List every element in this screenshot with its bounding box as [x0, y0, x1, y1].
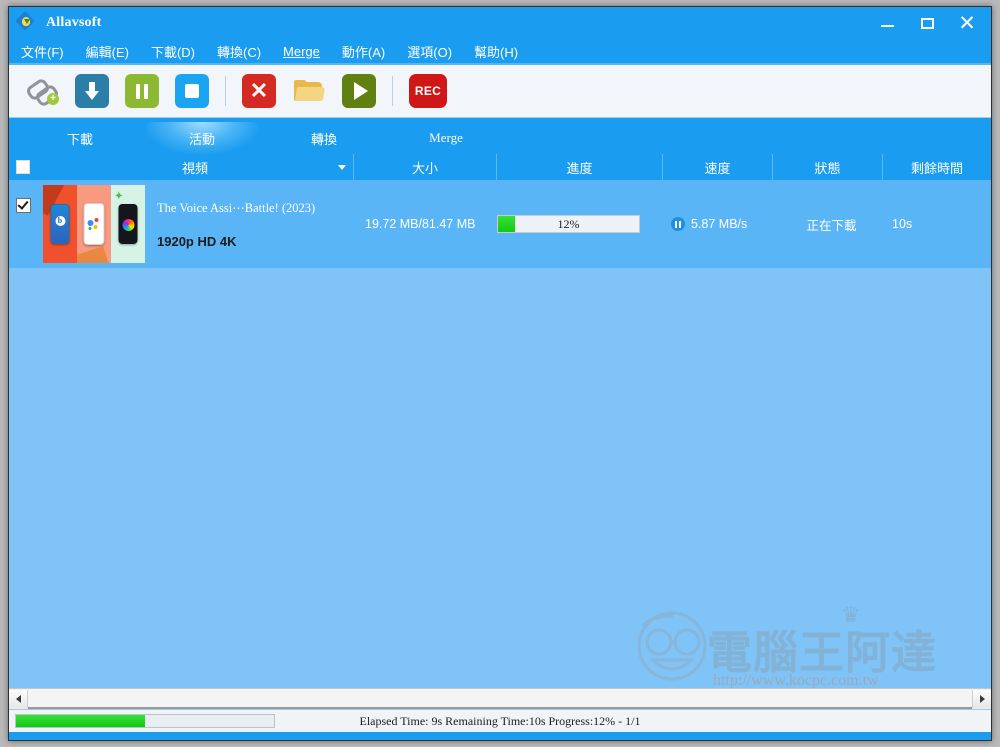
column-header-state-label: 狀態 — [814, 160, 841, 176]
column-header-state[interactable]: 狀態 — [773, 154, 883, 180]
tab-download[interactable]: 下載 — [23, 122, 137, 154]
video-title: The Voice Assi⋯Battle! (2023) — [157, 200, 316, 215]
chevron-right-icon — [979, 695, 985, 703]
video-thumbnail: b ✦ — [43, 185, 145, 263]
pause-icon — [136, 83, 148, 99]
scroll-right-button[interactable] — [972, 690, 991, 708]
window-controls: ✕ — [867, 7, 987, 39]
select-all-checkbox[interactable] — [16, 160, 30, 174]
video-info: The Voice Assi⋯Battle! (2023) 1920p HD 4… — [157, 200, 357, 249]
toolbar-separator-1 — [225, 76, 226, 106]
app-window: Allavsoft ✕ 文件(F) 編輯(E) 下載(D) 轉換(C) Merg… — [8, 6, 992, 741]
status-text: Elapsed Time: 9s Remaining Time:10s Prog… — [359, 713, 641, 728]
title-bar: Allavsoft ✕ — [9, 7, 991, 39]
row-pause-icon[interactable] — [671, 217, 685, 231]
menu-download[interactable]: 下載(D) — [151, 42, 195, 61]
tab-strip: 下載 活動 轉換 Merge — [9, 118, 991, 154]
minimize-icon — [880, 25, 894, 27]
column-header-size[interactable]: 大小 — [354, 154, 497, 180]
stop-icon — [185, 84, 199, 98]
video-quality: 1920p HD 4K — [157, 233, 237, 249]
tab-activity-label: 活動 — [188, 131, 215, 147]
column-header-video-label: 視頻 — [181, 160, 208, 176]
tab-merge-label: Merge — [429, 130, 463, 145]
status-bar: Elapsed Time: 9s Remaining Time:10s Prog… — [9, 709, 991, 732]
tab-download-label: 下載 — [66, 131, 93, 147]
download-button[interactable] — [75, 74, 109, 108]
toolbar-separator-2 — [392, 76, 393, 106]
tab-activity[interactable]: 活動 — [145, 122, 259, 154]
column-header-speed-label: 速度 — [704, 160, 731, 176]
row-speed-cell: 5.87 MB/s — [667, 180, 779, 268]
table-header: 視頻 大小 進度 速度 狀態 剩餘時間 — [9, 154, 991, 180]
close-icon: ✕ — [958, 11, 976, 35]
rec-icon: REC — [414, 84, 442, 98]
column-header-size-label: 大小 — [411, 160, 438, 176]
menu-edit[interactable]: 編輯(E) — [86, 42, 129, 61]
maximize-button[interactable] — [907, 8, 947, 38]
row-progress-cell: 12% — [497, 180, 667, 268]
maximize-icon — [920, 17, 934, 29]
column-header-progress[interactable]: 進度 — [497, 154, 663, 180]
menu-help[interactable]: 幫助(H) — [474, 42, 518, 61]
tab-convert[interactable]: 轉換 — [267, 122, 381, 154]
column-header-progress-label: 進度 — [566, 160, 593, 176]
open-folder-button[interactable] — [292, 74, 326, 108]
menu-options[interactable]: 選項(O) — [407, 42, 452, 61]
select-all-header[interactable] — [9, 154, 37, 180]
pause-button[interactable] — [125, 74, 159, 108]
tab-merge[interactable]: Merge — [389, 122, 503, 154]
scrollbar-track[interactable] — [28, 689, 972, 709]
sparkle-icon: ✦ — [114, 191, 123, 202]
row-checkbox[interactable] — [15, 198, 31, 213]
app-logo-icon — [15, 11, 37, 33]
window-bottom-edge — [9, 732, 991, 740]
column-header-remaining-label: 剩餘時間 — [910, 160, 963, 176]
crown-icon: ♛ — [841, 602, 861, 627]
stop-button[interactable] — [175, 74, 209, 108]
chevron-left-icon — [15, 695, 21, 703]
table-row[interactable]: b ✦ The Voice Assi⋯Battle! (2023) 1920p … — [9, 180, 991, 268]
row-state-value: 正在下載 — [806, 218, 857, 233]
folder-icon — [294, 80, 325, 102]
row-remaining-value: 10s — [892, 217, 913, 231]
play-button[interactable] — [342, 74, 376, 108]
close-x-icon: ✕ — [249, 78, 269, 103]
download-list: b ✦ The Voice Assi⋯Battle! (2023) 1920p … — [9, 180, 991, 688]
menu-bar: 文件(F) 編輯(E) 下載(D) 轉換(C) Merge 動作(A) 選項(O… — [9, 39, 991, 63]
watermark-text: 電腦王阿達 — [707, 626, 938, 679]
close-button[interactable]: ✕ — [947, 8, 987, 38]
row-size-value: 19.72 MB/81.47 MB — [365, 217, 476, 231]
column-header-speed[interactable]: 速度 — [663, 154, 773, 180]
watermark-url: http://www.kocpc.com.tw — [713, 672, 879, 688]
column-header-remaining[interactable]: 剩餘時間 — [883, 154, 991, 180]
scroll-left-button[interactable] — [9, 690, 28, 708]
menu-file[interactable]: 文件(F) — [21, 42, 64, 61]
minimize-button[interactable] — [867, 8, 907, 38]
download-arrow-icon — [82, 80, 102, 102]
row-speed-value: 5.87 MB/s — [691, 217, 748, 231]
link-plus-icon: + — [24, 77, 61, 108]
delete-button[interactable]: ✕ — [242, 74, 276, 108]
tab-convert-label: 轉換 — [310, 131, 337, 147]
record-button[interactable]: REC — [409, 74, 447, 108]
menu-convert[interactable]: 轉換(C) — [217, 42, 261, 61]
row-remaining-cell: 10s — [884, 180, 964, 268]
row-checkbox-cell[interactable] — [9, 180, 37, 268]
app-title: Allavsoft — [46, 15, 102, 30]
row-size-cell: 19.72 MB/81.47 MB — [357, 180, 497, 268]
add-url-button[interactable]: + — [24, 74, 61, 108]
menu-action[interactable]: 動作(A) — [342, 42, 385, 61]
menu-merge[interactable]: Merge — [283, 44, 320, 59]
sort-descending-icon — [338, 165, 346, 170]
row-progress-label: 12% — [557, 216, 580, 231]
watermark: ♛ 電腦王阿達 http://www.kocpc.com.tw — [633, 600, 977, 688]
toolbar: + ✕ REC — [9, 63, 991, 118]
row-state-cell: 正在下載 — [779, 180, 884, 268]
column-header-video[interactable]: 視頻 — [37, 154, 354, 180]
horizontal-scrollbar[interactable] — [9, 688, 991, 709]
mascot-face-icon — [637, 611, 707, 681]
row-progress-bar: 12% — [497, 215, 640, 233]
play-icon — [354, 82, 368, 100]
